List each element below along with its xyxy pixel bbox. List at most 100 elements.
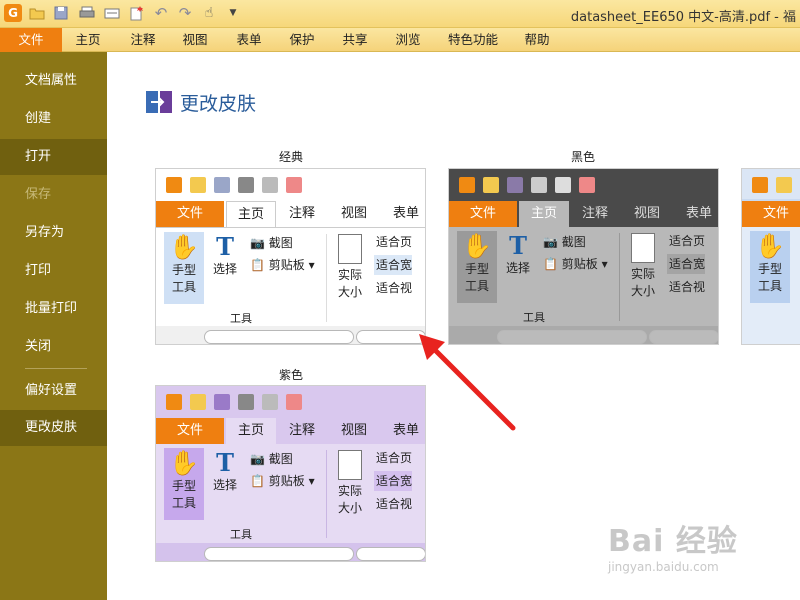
scan-icon (555, 177, 571, 193)
hand-tool-label-2: 工具 (757, 279, 782, 293)
scan-icon (262, 177, 278, 193)
preview-pill (204, 330, 354, 344)
text-select-icon: T (216, 232, 234, 261)
menu-featured[interactable]: 特色功能 (444, 28, 502, 52)
app-logo-icon[interactable]: G (4, 4, 22, 22)
preview-toolbar (742, 169, 800, 199)
skin-preview-blue[interactable]: 文件 ✋ 手型 工具 (741, 168, 800, 345)
menu-view[interactable]: 视图 (173, 28, 217, 52)
preview-tab-view: 视图 (633, 206, 660, 221)
screenshot-label: 截图 (561, 235, 586, 249)
new-icon (286, 394, 302, 410)
hand-tool-label: 手型 (171, 479, 196, 493)
screenshot-tool: 📷 截图 (543, 235, 586, 249)
select-tool-label: 选择 (212, 478, 237, 492)
hand-tool: ✋ 手型 工具 (750, 231, 790, 303)
sidebar-item-create[interactable]: 创建 (0, 101, 107, 137)
hand-tool: ✋ 手型 工具 (164, 448, 204, 520)
menu-home[interactable]: 主页 (66, 28, 110, 52)
sidebar-item-close[interactable]: 关闭 (0, 329, 107, 365)
sidebar-item-print[interactable]: 打印 (0, 253, 107, 289)
menu-form[interactable]: 表单 (227, 28, 271, 52)
preview-toolbar (449, 169, 718, 199)
menu-browse[interactable]: 浏览 (386, 28, 430, 52)
open-folder-icon (483, 177, 499, 193)
fit-page: 适合页 (376, 235, 413, 249)
preview-pill-2 (356, 547, 425, 561)
hand-tool-icon[interactable]: ☝ (200, 4, 218, 22)
hand-tool-label-2: 工具 (464, 279, 489, 293)
fit-visible: 适合视 (669, 280, 706, 294)
hand-tool-label: 手型 (464, 262, 489, 276)
title-bar: G ↶ ↷ ☝ ▼ datasheet_EE650 中文-高清.pdf - 福 (0, 0, 800, 28)
sidebar-item-save: 保存 (25, 187, 52, 202)
menu-file[interactable]: 文件 (0, 28, 62, 52)
save-icon (214, 394, 230, 410)
sidebar-item-batch-print[interactable]: 批量打印 (0, 291, 107, 327)
sidebar-item-open[interactable]: 打开 (0, 139, 107, 175)
screenshot-tool: 📷 截图 (250, 452, 293, 466)
page-icon (338, 450, 362, 480)
clipboard-label: 剪贴板 (561, 257, 598, 271)
preview-tab-home: 主页 (226, 201, 276, 227)
sidebar-item-preferences[interactable]: 偏好设置 (0, 373, 107, 409)
actual-size-label-2: 大小 (337, 501, 362, 515)
preview-pill-2 (649, 330, 718, 344)
actual-size-tool: 实际 大小 (629, 233, 657, 299)
hand-tool-label: 手型 (757, 262, 782, 276)
hand-icon: ✋ (169, 233, 199, 261)
fit-width: 适合宽 (374, 255, 413, 275)
open-folder-icon (190, 394, 206, 410)
print-icon[interactable] (78, 4, 96, 22)
preview-toolbar (156, 386, 425, 416)
sidebar-item-document-properties[interactable]: 文档属性 (0, 63, 107, 99)
select-tool-label: 选择 (212, 262, 237, 276)
save-icon[interactable] (52, 4, 70, 22)
skin-preview-black[interactable]: 文件 主页 注释 视图 表单 ✋ 手型 工具 T 选择 📷 截图 📋 剪贴板 ▾… (448, 168, 719, 345)
menu-bar: 文件 主页 注释 视图 表单 保护 共享 浏览 特色功能 帮助 (0, 28, 800, 52)
document-title: datasheet_EE650 中文-高清.pdf - 福 (570, 10, 796, 25)
page-icon (631, 233, 655, 263)
sidebar-item-save-as[interactable]: 另存为 (0, 215, 107, 251)
fit-page: 适合页 (376, 451, 413, 465)
print-icon (238, 177, 254, 193)
preview-tab-comment: 注释 (288, 423, 315, 438)
menu-comment[interactable]: 注释 (121, 28, 165, 52)
clipboard-tool: 📋 剪贴板 ▾ (250, 474, 315, 488)
actual-size-label: 实际 (337, 268, 362, 282)
preview-ribbon: ✋ 手型 工具 T 选择 📷 截图 📋 剪贴板 ▾ 工具 实际 大小 适合页 适… (449, 227, 718, 327)
redo-icon[interactable]: ↷ (176, 4, 194, 22)
menu-share[interactable]: 共享 (333, 28, 377, 52)
preview-tab-comment: 注释 (581, 206, 608, 221)
change-skin-icon (145, 89, 175, 115)
scan-icon[interactable] (103, 4, 121, 22)
open-folder-icon[interactable] (28, 4, 46, 22)
skin-label-classic: 经典 (279, 150, 304, 164)
preview-tabs: 文件 (742, 199, 800, 227)
ribbon-divider (619, 233, 620, 321)
fit-width: 适合宽 (667, 254, 706, 274)
skin-preview-purple[interactable]: 文件 主页 注释 视图 表单 ✋ 手型 工具 T 选择 📷 截图 📋 剪贴板 ▾… (155, 385, 426, 562)
tools-group-label: 工具 (230, 528, 252, 541)
menu-help[interactable]: 帮助 (515, 28, 559, 52)
screenshot-tool: 📷 截图 (250, 236, 293, 250)
clipboard-label: 剪贴板 (268, 258, 305, 272)
fit-width: 适合宽 (374, 471, 413, 491)
new-icon[interactable] (127, 4, 145, 22)
actual-size-label: 实际 (630, 267, 655, 281)
preview-tab-view: 视图 (340, 206, 367, 221)
actual-size-label: 实际 (337, 484, 362, 498)
sidebar-item-change-skin[interactable]: 更改皮肤 (0, 410, 107, 446)
preview-tabs: 文件 主页 注释 视图 表单 (449, 199, 718, 227)
fit-visible: 适合视 (376, 497, 413, 511)
menu-protect[interactable]: 保护 (280, 28, 324, 52)
dropdown-arrow-icon[interactable]: ▼ (224, 4, 242, 22)
clipboard-tool: 📋 剪贴板 ▾ (543, 257, 608, 271)
skin-label-purple: 紫色 (279, 368, 304, 382)
undo-icon[interactable]: ↶ (152, 4, 170, 22)
preview-tab-comment: 注释 (288, 206, 315, 221)
hand-tool: ✋ 手型 工具 (164, 232, 204, 304)
skin-preview-classic[interactable]: 文件 主页 注释 视图 表单 ✋ 手型 工具 T 选择 📷 截图 📋 剪贴板 ▾… (155, 168, 426, 345)
screenshot-label: 截图 (268, 452, 293, 466)
preview-tab-form: 表单 (685, 206, 712, 221)
